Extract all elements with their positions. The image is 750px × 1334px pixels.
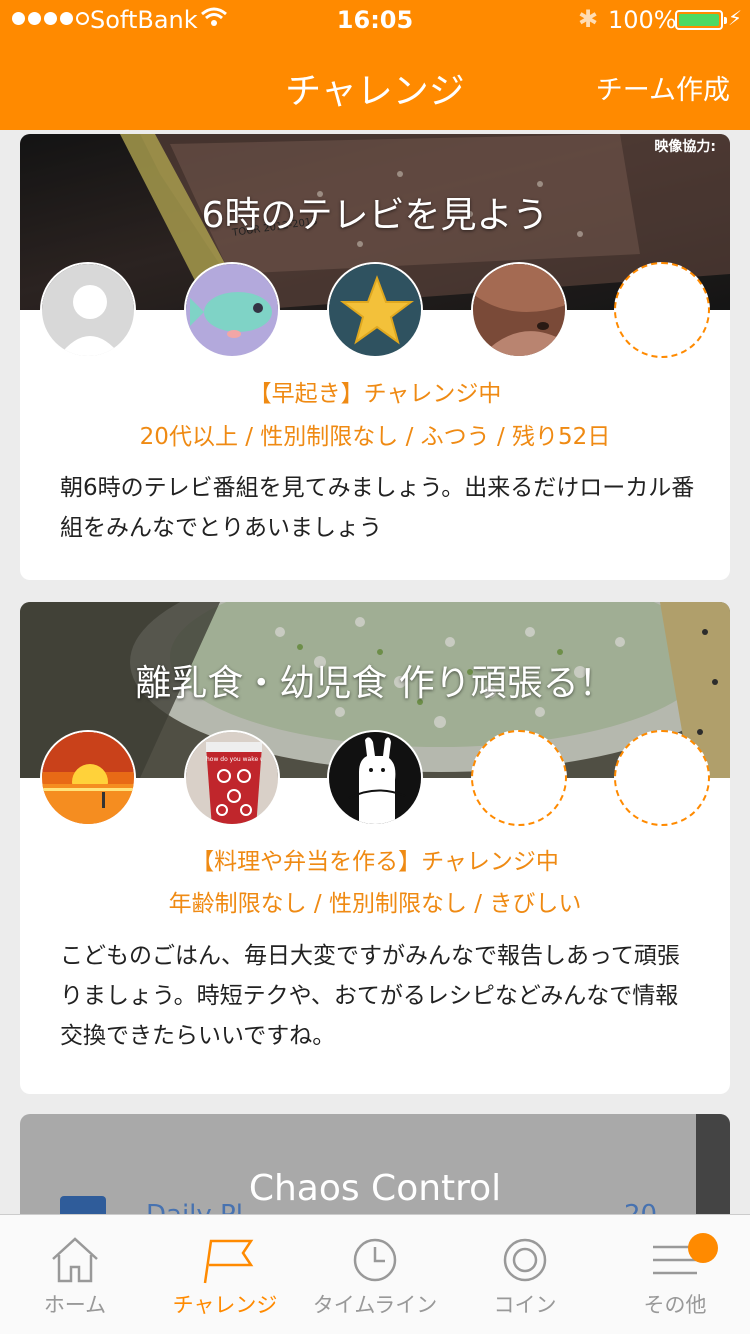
tab-more[interactable]: その他 <box>600 1215 750 1334</box>
battery-percent: 100% <box>608 6 677 34</box>
charging-icon: ⚡ <box>728 6 743 30</box>
coin-icon <box>495 1235 555 1285</box>
empty-member-slot[interactable] <box>471 730 567 826</box>
tab-label: コイン <box>493 1293 557 1317</box>
challenge-description: こどものごはん、毎日大変ですがみんなで報告しあって頑張りましょう。時短テクや、お… <box>60 943 680 1049</box>
app-header: SoftBank 16:05 ✱ 100% ⚡ チャレンジ チーム作成 <box>0 0 750 130</box>
empty-member-slot[interactable] <box>614 262 710 358</box>
cup-text: how do you wake up <box>206 756 262 763</box>
banner-credit-text: 映像協力: <box>654 139 716 155</box>
empty-member-slot[interactable] <box>614 730 710 826</box>
member-avatar[interactable] <box>40 262 136 358</box>
challenge-card[interactable]: 映像協力: TOUR 2012-2013 6時のテレビを見よう 【早起き】チャレ… <box>20 134 730 580</box>
tab-label: タイムライン <box>312 1293 438 1317</box>
clock-icon <box>345 1235 405 1285</box>
challenge-card[interactable]: 離乳食・幼児食 作り頑張る！ how do you wake up 【料理や弁当… <box>20 602 730 1094</box>
member-avatars <box>40 262 710 358</box>
challenge-card[interactable]: Chaos Control Daily Pl 20 <box>20 1114 730 1224</box>
tab-label: ホーム <box>43 1293 107 1317</box>
member-avatar[interactable] <box>471 262 567 358</box>
banner-edge <box>696 1114 730 1224</box>
tab-coin[interactable]: コイン <box>450 1215 600 1334</box>
create-team-button[interactable]: チーム作成 <box>596 68 730 107</box>
status-bar: SoftBank 16:05 ✱ 100% ⚡ <box>0 0 750 40</box>
tab-home[interactable]: ホーム <box>0 1215 150 1334</box>
member-avatar[interactable]: how do you wake up <box>184 730 280 826</box>
challenge-conditions: 年齢制限なし / 性別制限なし / きびしい <box>168 891 582 917</box>
tab-timeline[interactable]: タイムライン <box>300 1215 450 1334</box>
challenge-conditions: 20代以上 / 性別制限なし / ふつう / 残り52日 <box>139 424 611 450</box>
tab-label: チャレンジ <box>172 1293 278 1317</box>
bluetooth-icon: ✱ <box>578 5 599 33</box>
battery-icon <box>675 10 727 30</box>
notification-badge <box>688 1233 718 1263</box>
flag-icon <box>195 1235 255 1285</box>
member-avatar[interactable] <box>327 262 423 358</box>
challenge-category: 【早起き】チャレンジ中 <box>248 381 502 407</box>
tab-bar: ホーム チャレンジ タイムライン コイン その他 <box>0 1214 750 1334</box>
challenge-description: 朝6時のテレビ番組を見てみましょう。出来るだけローカル番組をみんなでとりあいまし… <box>60 475 695 541</box>
challenge-title: 6時のテレビを見よう <box>201 195 549 236</box>
tab-label: その他 <box>643 1293 707 1317</box>
member-avatar[interactable] <box>327 730 423 826</box>
member-avatars: how do you wake up <box>40 730 710 826</box>
member-avatar[interactable] <box>184 262 280 358</box>
home-icon <box>45 1235 105 1285</box>
tab-challenge[interactable]: チャレンジ <box>150 1215 300 1334</box>
challenge-title: 離乳食・幼児食 作り頑張る！ <box>135 663 615 704</box>
member-avatar[interactable] <box>40 730 136 826</box>
challenge-category: 【料理や弁当を作る】チャレンジ中 <box>191 849 559 875</box>
